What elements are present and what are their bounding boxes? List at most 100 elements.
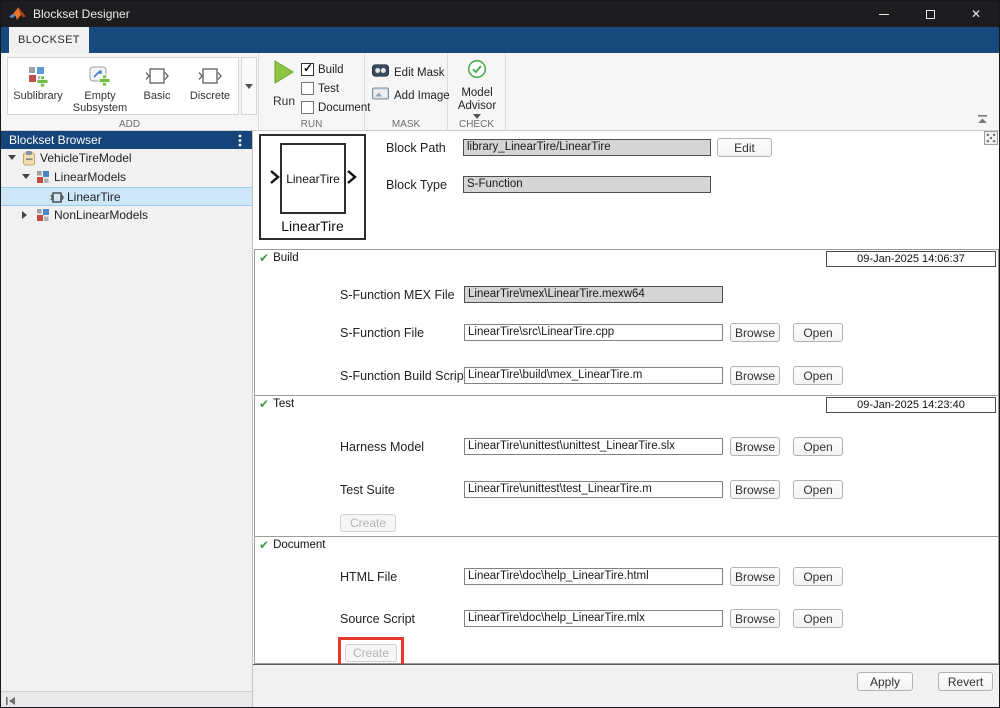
basic-block-icon: [144, 64, 170, 88]
build-section-header: Build: [259, 252, 299, 264]
document-section-header: Document: [259, 539, 325, 551]
collapse-ribbon-icon: [977, 114, 988, 124]
browse-source-script-button[interactable]: Browse: [730, 609, 780, 628]
build-script-field[interactable]: LinearTire\build\mex_LinearTire.m: [464, 367, 723, 384]
run-options: Build Test Document: [301, 60, 370, 117]
basic-block-button[interactable]: Basic: [132, 58, 182, 114]
expander-collapsed-icon[interactable]: [22, 211, 30, 219]
sublibrary-icon: [36, 170, 50, 187]
expander-expanded-icon[interactable]: [8, 155, 16, 163]
block-path-field: library_LinearTire/LinearTire: [463, 139, 711, 156]
build-checkbox[interactable]: [301, 63, 314, 76]
tree-item-vehicletiremodel[interactable]: VehicleTireModel: [1, 149, 252, 168]
close-icon: [971, 8, 981, 20]
document-section: Document HTML File LinearTire\doc\help_L…: [254, 536, 999, 664]
model-advisor-icon: [467, 59, 487, 84]
collapse-ribbon-button[interactable]: [975, 113, 989, 125]
block-icon: [50, 192, 64, 206]
status-check-icon: [259, 398, 269, 410]
revert-button[interactable]: Revert: [938, 672, 993, 691]
tree-item-lineartire[interactable]: LinearTire: [1, 187, 252, 206]
build-section: Build 09-Jan-2025 14:06:37 S-Function ME…: [254, 249, 999, 396]
kebab-menu-icon: [238, 134, 242, 147]
document-checkbox[interactable]: [301, 101, 314, 114]
empty-subsystem-button[interactable]: Empty Subsystem: [68, 58, 132, 114]
expander-expanded-icon[interactable]: [22, 174, 30, 182]
maximize-icon: [926, 10, 935, 19]
ribbon-group-mask: Edit Mask Add Image MASK: [365, 53, 448, 131]
title-bar: Blockset Designer: [1, 1, 999, 27]
run-button[interactable]: Run: [267, 59, 301, 111]
test-suite-field[interactable]: LinearTire\unittest\test_LinearTire.m: [464, 481, 723, 498]
test-checkbox[interactable]: [301, 82, 314, 95]
input-port-icon: [269, 169, 280, 190]
output-port-icon: [346, 169, 357, 190]
document-checkbox-row[interactable]: Document: [301, 98, 370, 117]
detach-panel-button[interactable]: [984, 131, 998, 150]
ribbon-caption-check: CHECK: [448, 119, 505, 130]
browse-test-suite-button[interactable]: Browse: [730, 480, 780, 499]
open-harness-button[interactable]: Open: [793, 437, 843, 456]
test-checkbox-row[interactable]: Test: [301, 79, 370, 98]
mex-file-label: S-Function MEX File: [340, 288, 455, 302]
blockset-tree: VehicleTireModel LinearModels: [1, 149, 252, 225]
blockset-browser-title: Blockset Browser: [9, 133, 102, 147]
sublibrary-icon: [27, 64, 49, 88]
app-window: Blockset Designer BLOCKSET: [0, 0, 1000, 708]
harness-model-field[interactable]: LinearTire\unittest\unittest_LinearTire.…: [464, 438, 723, 455]
test-section: Test 09-Jan-2025 14:23:40 Harness Model …: [254, 395, 999, 537]
edit-mask-button[interactable]: Edit Mask: [372, 64, 445, 82]
tree-item-linearmodels[interactable]: LinearModels: [1, 168, 252, 187]
test-section-header: Test: [259, 398, 294, 410]
sfunction-file-field[interactable]: LinearTire\src\LinearTire.cpp: [464, 324, 723, 341]
tree-item-nonlinearmodels[interactable]: NonLinearModels: [1, 206, 252, 225]
browse-html-button[interactable]: Browse: [730, 567, 780, 586]
window-controls: [861, 1, 999, 27]
add-image-button[interactable]: Add Image: [372, 87, 450, 105]
add-gallery-dropdown[interactable]: [241, 57, 257, 115]
edit-block-path-button[interactable]: Edit: [717, 138, 772, 157]
library-icon: [22, 151, 36, 169]
source-script-field[interactable]: LinearTire\doc\help_LinearTire.mlx: [464, 610, 723, 627]
model-advisor-button[interactable]: Model Advisor: [448, 59, 506, 119]
html-file-field[interactable]: LinearTire\doc\help_LinearTire.html: [464, 568, 723, 585]
browse-build-script-button[interactable]: Browse: [730, 366, 780, 385]
edit-mask-icon: [372, 64, 389, 82]
toolstrip-tab-bar: BLOCKSET: [1, 27, 999, 53]
ribbon-group-add: Sublibrary Empty Subsystem: [1, 53, 259, 131]
block-preview-thumbnail: LinearTire LinearTire: [259, 134, 366, 240]
block-detail-panel: LinearTire LinearTire Block Path library…: [253, 131, 1000, 664]
open-source-script-button[interactable]: Open: [793, 609, 843, 628]
ribbon-caption-mask: MASK: [365, 119, 447, 130]
discrete-block-icon: [197, 64, 223, 88]
empty-subsystem-icon: [88, 64, 112, 88]
sidebar-scrollbar[interactable]: [1, 691, 252, 708]
mex-file-field: LinearTire\mex\LinearTire.mexw64: [464, 286, 723, 303]
close-button[interactable]: [953, 1, 999, 27]
sublibrary-button[interactable]: Sublibrary: [8, 58, 68, 114]
open-sfunction-file-button[interactable]: Open: [793, 323, 843, 342]
source-script-label: Source Script: [340, 612, 415, 626]
sfunction-file-label: S-Function File: [340, 326, 424, 340]
block-type-field: S-Function: [463, 176, 711, 193]
add-image-icon: [372, 87, 389, 105]
build-checkbox-row[interactable]: Build: [301, 60, 370, 79]
create-test-button[interactable]: Create: [340, 514, 396, 532]
open-test-suite-button[interactable]: Open: [793, 480, 843, 499]
tab-blockset[interactable]: BLOCKSET: [9, 27, 89, 53]
blockset-browser-header: Blockset Browser: [1, 131, 252, 149]
browse-sfunction-file-button[interactable]: Browse: [730, 323, 780, 342]
maximize-button[interactable]: [907, 1, 953, 27]
browse-harness-button[interactable]: Browse: [730, 437, 780, 456]
discrete-block-button[interactable]: Discrete: [182, 58, 238, 114]
apply-button[interactable]: Apply: [857, 672, 913, 691]
open-build-script-button[interactable]: Open: [793, 366, 843, 385]
status-check-icon: [259, 252, 269, 264]
add-gallery: Sublibrary Empty Subsystem: [7, 57, 239, 115]
build-timestamp: 09-Jan-2025 14:06:37: [826, 251, 996, 267]
minimize-button[interactable]: [861, 1, 907, 27]
detach-icon: [984, 131, 998, 145]
chevron-down-icon: [245, 84, 253, 89]
open-html-button[interactable]: Open: [793, 567, 843, 586]
test-suite-label: Test Suite: [340, 483, 395, 497]
